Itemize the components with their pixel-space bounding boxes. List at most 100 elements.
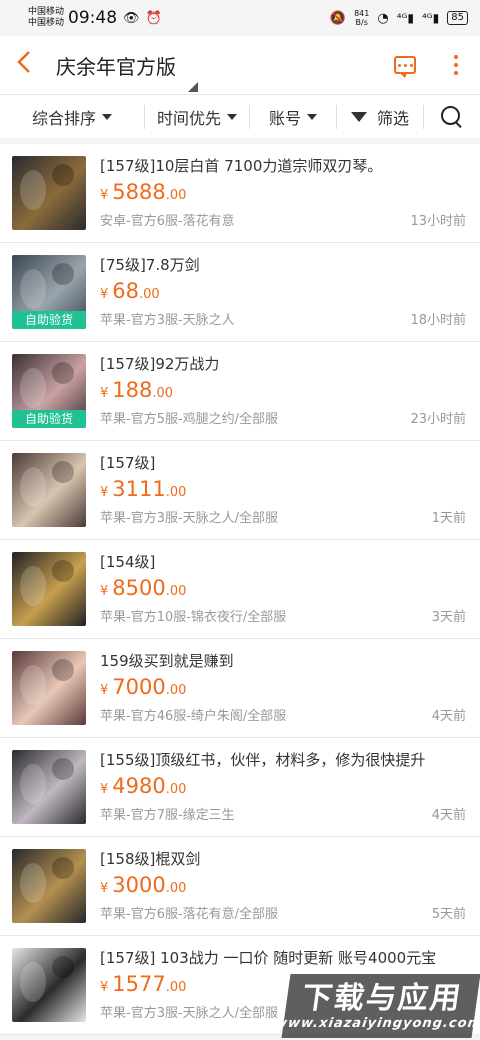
listing-server: 苹果-官方7服-缘定三生: [100, 808, 235, 823]
listing-item[interactable]: [157级]10层白首 7100力道宗师双刃琴。 ¥5888.00 安卓-官方6…: [0, 144, 480, 243]
listing-price: ¥5888.00: [100, 180, 466, 208]
net-speed-value: 841: [354, 9, 370, 18]
listing-thumbnail: 自助验货: [12, 354, 86, 428]
price-decimal: .00: [165, 683, 187, 698]
listing-title: [157级] 103战力 一口价 随时更新 账号4000元宝: [100, 949, 437, 967]
carrier-1: 中国移动: [28, 7, 65, 17]
listing-thumbnail: 自助验货: [12, 255, 86, 329]
search-icon: [441, 105, 463, 128]
listing-time: 5天前: [431, 907, 466, 922]
listing-title: [155级]顶级红书，伙伴，材料多，修为很快提升: [100, 751, 426, 769]
signal-label-1: ⁴ᴳ: [396, 11, 408, 25]
price-integer: 3111: [112, 477, 166, 501]
currency-symbol: ¥: [100, 782, 109, 797]
currency-symbol: ¥: [100, 980, 109, 995]
listing-server: 苹果-官方3服-天脉之人: [100, 313, 235, 328]
listing-item[interactable]: [157级] ¥3111.00 苹果-官方3服-天脉之人/全部服 1天前: [0, 441, 480, 540]
title-dropdown-corner-icon: [188, 81, 198, 92]
currency-symbol: ¥: [100, 386, 109, 401]
signal-icon-1: ⁴ᴳ▮: [396, 11, 414, 25]
listing-thumbnail: [12, 552, 86, 626]
clock: 09:48: [68, 8, 118, 28]
listing-server: 苹果-官方3服-天脉之人/全部服: [100, 1006, 279, 1021]
price-decimal: .00: [165, 782, 187, 797]
message-icon[interactable]: [394, 56, 416, 78]
carrier-info: 中国移动 中国移动: [28, 7, 64, 29]
chevron-left-icon: [17, 51, 30, 73]
listing-price: ¥3111.00: [100, 477, 466, 505]
price-integer: 8500: [112, 576, 166, 600]
price-decimal: .00: [165, 881, 187, 896]
listing-price: ¥4980.00: [100, 774, 466, 802]
net-speed-unit: B/s: [355, 18, 368, 27]
listing-price: ¥68.00: [100, 279, 466, 307]
listing-title: [157级]10层白首 7100力道宗师双刃琴。: [100, 157, 383, 175]
price-decimal: .00: [139, 287, 160, 302]
wifi-icon: ◔: [377, 10, 389, 26]
price-integer: 4980: [112, 774, 166, 798]
price-decimal: .00: [165, 188, 187, 203]
listing-thumbnail: [12, 156, 86, 230]
battery-icon: 85: [447, 11, 468, 25]
price-integer: 3000: [112, 873, 166, 897]
filter-bar: 综合排序 时间优先 账号 筛选: [0, 94, 480, 138]
listing-item[interactable]: 159级买到就是赚到 ¥7000.00 苹果-官方46服-绮户朱阁/全部服 4天…: [0, 639, 480, 738]
account-filter[interactable]: 账号: [250, 95, 336, 138]
listing-title: [157级]92万战力: [100, 355, 220, 373]
mute-icon: 🔕: [329, 10, 347, 26]
sort-filter-label: 综合排序: [31, 108, 96, 128]
time-filter[interactable]: 时间优先: [145, 95, 249, 138]
listing-list: [157级]10层白首 7100力道宗师双刃琴。 ¥5888.00 安卓-官方6…: [0, 144, 480, 1035]
listing-time: 4天前: [431, 808, 466, 823]
listing-price: ¥3000.00: [100, 873, 466, 901]
filter-button-label: 筛选: [376, 108, 409, 128]
caret-down-icon: [102, 113, 112, 120]
watermark-sub: www.xiazaiyingyong.com: [273, 1015, 480, 1031]
price-integer: 68: [112, 279, 140, 303]
price-integer: 7000: [112, 675, 166, 699]
listing-time: 23小时前: [410, 412, 466, 427]
caret-down-icon: [307, 113, 317, 120]
listing-item[interactable]: 自助验货 [157级]92万战力 ¥188.00 苹果-官方5服-鸡腿之约/全部…: [0, 342, 480, 441]
page-title-text: 庆余年官方版: [56, 54, 176, 79]
caret-down-icon: [227, 113, 237, 120]
listing-server: 苹果-官方6服-落花有意/全部服: [100, 907, 279, 922]
search-button[interactable]: [424, 95, 480, 138]
sort-filter[interactable]: 综合排序: [0, 95, 144, 138]
carrier-2: 中国移动: [28, 18, 65, 28]
listing-item[interactable]: [158级]棍双剑 ¥3000.00 苹果-官方6服-落花有意/全部服 5天前: [0, 837, 480, 936]
more-vertical-icon[interactable]: [450, 55, 462, 75]
price-decimal: .00: [165, 485, 187, 500]
listing-title: [154级]: [100, 553, 156, 571]
currency-symbol: ¥: [100, 683, 109, 698]
price-decimal: .00: [152, 386, 174, 401]
page-title[interactable]: 庆余年官方版: [56, 51, 198, 92]
listing-item[interactable]: [155级]顶级红书，伙伴，材料多，修为很快提升 ¥4980.00 苹果-官方7…: [0, 738, 480, 837]
currency-symbol: ¥: [100, 881, 109, 896]
listing-thumbnail: [12, 750, 86, 824]
net-speed: 841 B/s: [354, 9, 369, 27]
back-button[interactable]: [16, 50, 46, 80]
listing-time: 3天前: [431, 610, 466, 625]
currency-symbol: ¥: [100, 485, 109, 500]
watermark-main: 下载与应用: [299, 980, 465, 1016]
listing-time: 1天前: [431, 511, 466, 526]
listing-time: 18小时前: [410, 313, 466, 328]
self-inspection-badge: 自助验货: [12, 410, 86, 428]
listing-thumbnail: [12, 453, 86, 527]
signal-label-2: ⁴ᴳ: [421, 11, 433, 25]
listing-time: 4天前: [431, 709, 466, 724]
listing-title: [158级]棍双剑: [100, 850, 201, 868]
listing-server: 安卓-官方6服-落花有意: [100, 214, 235, 229]
listing-thumbnail: [12, 651, 86, 725]
account-filter-label: 账号: [268, 108, 301, 128]
price-integer: 5888: [112, 180, 166, 204]
filter-button[interactable]: 筛选: [337, 95, 423, 138]
listing-item[interactable]: [154级] ¥8500.00 苹果-官方10服-锦衣夜行/全部服 3天前: [0, 540, 480, 639]
listing-price: ¥8500.00: [100, 576, 466, 604]
listing-title: 159级买到就是赚到: [100, 652, 234, 670]
listing-item[interactable]: 自助验货 [75级]7.8万剑 ¥68.00 苹果-官方3服-天脉之人 18小时…: [0, 243, 480, 342]
listing-title: [75级]7.8万剑: [100, 256, 200, 274]
self-inspection-badge: 自助验货: [12, 311, 86, 329]
listing-server: 苹果-官方10服-锦衣夜行/全部服: [100, 610, 287, 625]
